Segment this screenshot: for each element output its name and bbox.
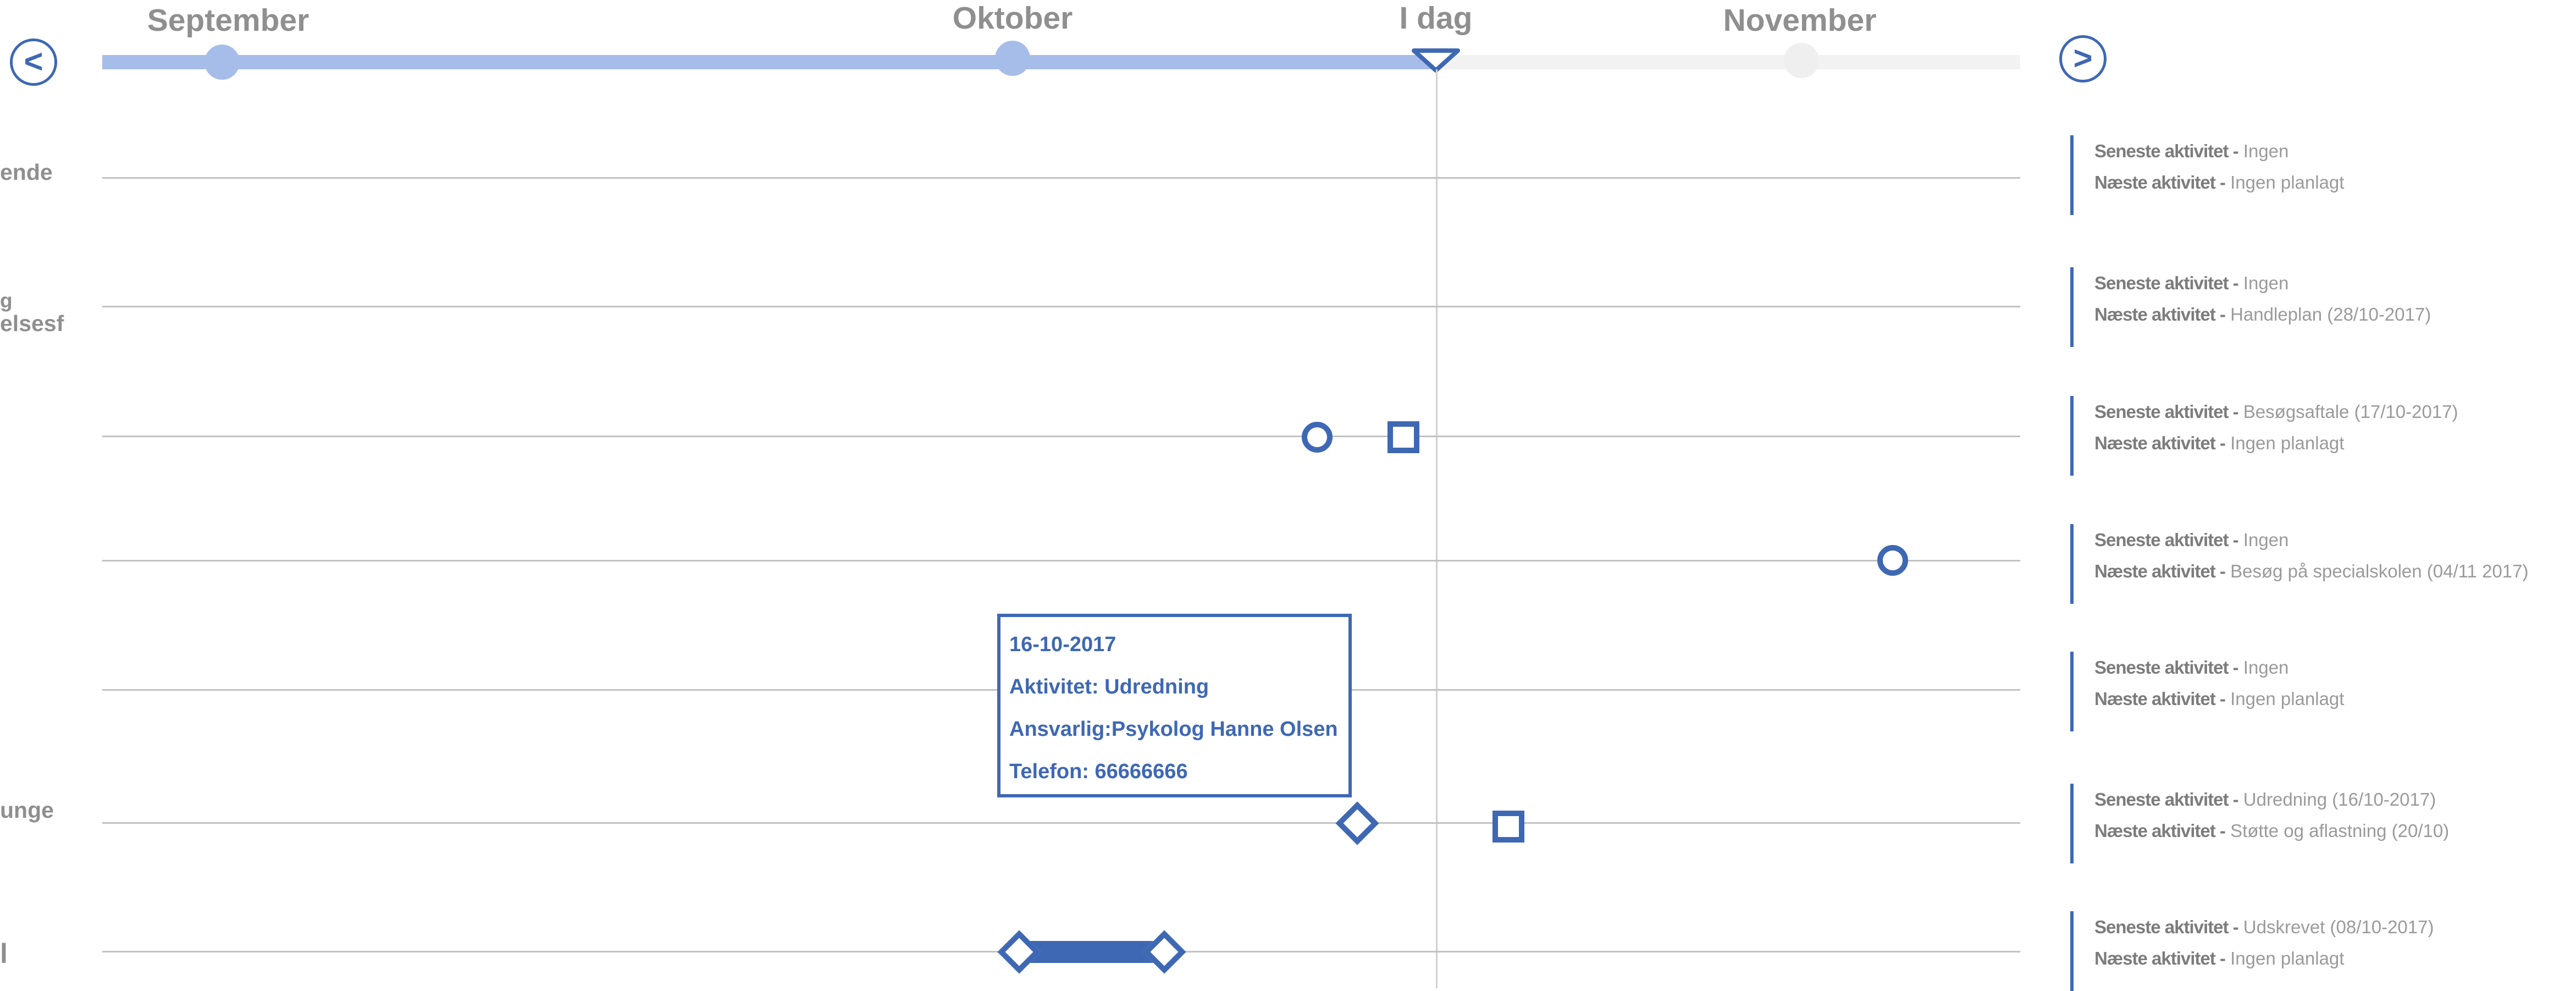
today-guideline bbox=[1436, 69, 1438, 988]
month-dot-november[interactable] bbox=[1784, 43, 1819, 78]
tooltip-activity: Aktivitet: Udredning bbox=[1009, 675, 1209, 698]
last-activity-value: Ingen bbox=[2243, 657, 2289, 678]
timeline-track-future bbox=[1435, 55, 2020, 69]
row-line-2 bbox=[102, 306, 2020, 307]
next-activity-value: Ingen planlagt bbox=[2230, 689, 2345, 709]
row-label-7: l bbox=[0, 938, 8, 969]
last-activity-label: Seneste aktivitet - bbox=[2094, 141, 2239, 161]
activity-marker-square[interactable] bbox=[1387, 421, 1419, 453]
row-label-2-line-2: elsesf bbox=[0, 310, 64, 336]
next-activity-value: Støtte og aflastning (20/10) bbox=[2230, 821, 2450, 841]
month-dot-oktober[interactable] bbox=[995, 41, 1030, 76]
prev-period-button[interactable]: < bbox=[10, 38, 57, 86]
tooltip-date: 16-10-2017 bbox=[1009, 633, 1116, 656]
info-row-4: Seneste aktivitet - Ingen Næste aktivite… bbox=[2070, 524, 2528, 604]
next-activity-value: Besøg på specialskolen (04/11 2017) bbox=[2230, 561, 2529, 581]
activity-marker-circle[interactable] bbox=[1877, 545, 1908, 576]
activity-marker-circle[interactable] bbox=[1302, 422, 1333, 453]
last-activity-value: Ingen bbox=[2243, 141, 2289, 161]
row-line-3 bbox=[102, 436, 2020, 437]
info-row-2: Seneste aktivitet - Ingen Næste aktivite… bbox=[2070, 267, 2431, 347]
last-activity-label: Seneste aktivitet - bbox=[2094, 789, 2239, 810]
today-label: I dag bbox=[1399, 1, 1473, 36]
tooltip-phone: Telefon: 66666666 bbox=[1009, 760, 1188, 783]
activity-marker-square[interactable] bbox=[1492, 811, 1524, 843]
next-period-button[interactable]: > bbox=[2059, 35, 2107, 82]
row-label-1: ende bbox=[0, 159, 53, 185]
last-activity-label: Seneste aktivitet - bbox=[2094, 401, 2239, 422]
tooltip-responsible: Ansvarlig:Psykolog Hanne Olsen bbox=[1009, 718, 1338, 741]
info-row-6: Seneste aktivitet - Udredning (16/10-201… bbox=[2070, 784, 2449, 863]
last-activity-value: Udskrevet (08/10-2017) bbox=[2243, 917, 2434, 937]
last-activity-label: Seneste aktivitet - bbox=[2094, 273, 2239, 293]
info-row-7: Seneste aktivitet - Udskrevet (08/10-201… bbox=[2070, 911, 2434, 991]
timeline-track-past bbox=[102, 55, 1435, 69]
last-activity-label: Seneste aktivitet - bbox=[2094, 917, 2239, 937]
next-activity-value: Ingen planlagt bbox=[2230, 433, 2345, 453]
last-activity-value: Ingen bbox=[2243, 273, 2289, 293]
row-label-2: g elsesf bbox=[0, 290, 64, 335]
next-activity-label: Næste aktivitet - bbox=[2094, 689, 2226, 709]
row-label-2-line-1: g bbox=[0, 289, 13, 312]
last-activity-label: Seneste aktivitet - bbox=[2094, 657, 2239, 678]
activity-tooltip: 16-10-2017 Aktivitet: Udredning Ansvarli… bbox=[997, 614, 1352, 797]
row-line-4 bbox=[102, 560, 2020, 561]
info-row-1: Seneste aktivitet - Ingen Næste aktivite… bbox=[2070, 135, 2344, 215]
info-row-5: Seneste aktivitet - Ingen Næste aktivite… bbox=[2070, 652, 2344, 731]
next-activity-label: Næste aktivitet - bbox=[2094, 172, 2226, 192]
last-activity-value: Udredning (16/10-2017) bbox=[2243, 789, 2436, 810]
next-activity-label: Næste aktivitet - bbox=[2094, 433, 2226, 453]
month-label-oktober: Oktober bbox=[952, 1, 1073, 36]
last-activity-value: Besøgsaftale (17/10-2017) bbox=[2243, 401, 2458, 422]
chevron-right-icon: > bbox=[2073, 40, 2093, 76]
next-activity-label: Næste aktivitet - bbox=[2094, 304, 2226, 324]
month-label-november: November bbox=[1723, 3, 1877, 38]
next-activity-value: Handleplan (28/10-2017) bbox=[2230, 304, 2431, 324]
chevron-left-icon: < bbox=[24, 43, 43, 80]
row-label-6: unge bbox=[0, 797, 54, 823]
next-activity-label: Næste aktivitet - bbox=[2094, 821, 2226, 841]
next-activity-value: Ingen planlagt bbox=[2230, 948, 2345, 968]
month-label-september: September bbox=[147, 3, 309, 38]
last-activity-value: Ingen bbox=[2243, 530, 2289, 550]
row-line-6 bbox=[102, 822, 2020, 824]
last-activity-label: Seneste aktivitet - bbox=[2094, 530, 2239, 550]
info-row-3: Seneste aktivitet - Besøgsaftale (17/10-… bbox=[2070, 396, 2458, 476]
next-activity-value: Ingen planlagt bbox=[2230, 172, 2345, 192]
next-activity-label: Næste aktivitet - bbox=[2094, 561, 2226, 581]
next-activity-label: Næste aktivitet - bbox=[2094, 948, 2226, 968]
activity-marker-diamond-udredning[interactable] bbox=[1335, 801, 1379, 845]
activity-marker-diamond-end[interactable] bbox=[1142, 930, 1186, 974]
row-line-1 bbox=[102, 177, 2020, 179]
month-dot-september[interactable] bbox=[204, 45, 240, 80]
activity-marker-diamond-start[interactable] bbox=[997, 930, 1041, 974]
